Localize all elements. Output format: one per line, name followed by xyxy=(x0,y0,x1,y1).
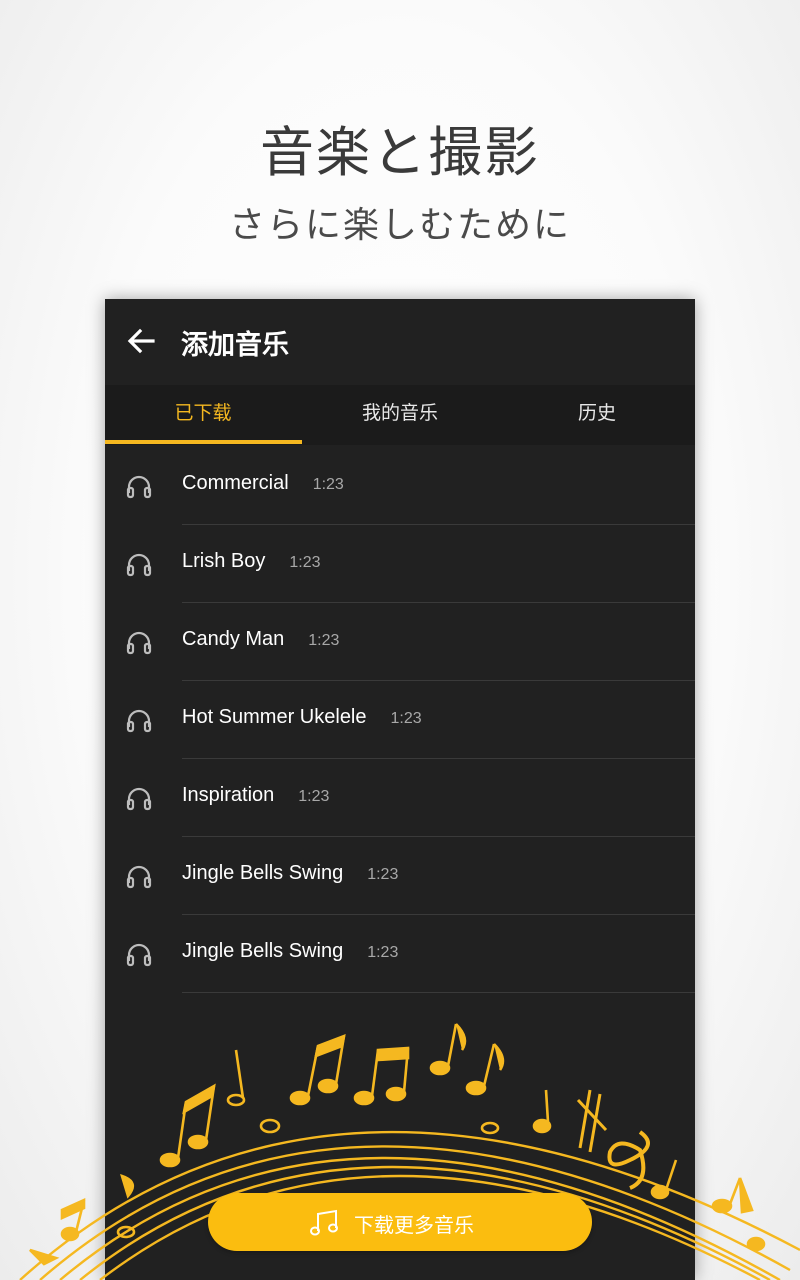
headphones-icon xyxy=(125,941,153,967)
track-duration: 1:23 xyxy=(367,866,399,883)
music-note-icon xyxy=(310,1209,340,1237)
download-more-music-button[interactable]: 下载更多音乐 xyxy=(208,1193,592,1251)
track-row[interactable]: Commercial 1:23 xyxy=(105,447,695,525)
app-bar: 添加音乐 xyxy=(105,299,695,385)
track-row[interactable]: Jingle Bells Swing 1:23 xyxy=(105,915,695,993)
headphones-icon xyxy=(125,473,153,499)
arrow-left-icon[interactable] xyxy=(125,325,157,357)
headphones-icon xyxy=(125,551,153,577)
headphones-icon xyxy=(125,629,153,655)
tab-indicator xyxy=(105,440,302,444)
track-duration: 1:23 xyxy=(289,554,321,571)
headphones-icon xyxy=(125,863,153,889)
download-more-music-label: 下载更多音乐 xyxy=(354,1213,474,1237)
promo-subline: さらに楽しむために xyxy=(228,205,571,246)
track-duration: 1:23 xyxy=(312,476,344,493)
track-title: Hot Summer Ukelele xyxy=(182,706,367,728)
track-duration: 1:23 xyxy=(298,788,330,805)
track-duration: 1:23 xyxy=(308,632,340,649)
track-duration: 1:23 xyxy=(367,944,399,961)
promo-headline: 音楽と撮影 xyxy=(260,121,540,184)
track-title: Candy Man xyxy=(182,628,285,650)
tab-downloaded[interactable]: 已下载 xyxy=(105,385,301,445)
track-title: Commercial xyxy=(182,472,289,494)
track-row[interactable]: Hot Summer Ukelele 1:23 xyxy=(105,681,695,759)
track-row[interactable]: Candy Man 1:23 xyxy=(105,603,695,681)
headphones-icon xyxy=(125,785,153,811)
divider xyxy=(182,992,695,993)
tab-history[interactable]: 历史 xyxy=(499,385,695,445)
headphones-icon xyxy=(125,707,153,733)
track-duration: 1:23 xyxy=(390,710,422,727)
track-title: Lrish Boy xyxy=(182,550,266,572)
track-row[interactable]: Inspiration 1:23 xyxy=(105,759,695,837)
track-title: Inspiration xyxy=(182,784,275,806)
track-row[interactable]: Lrish Boy 1:23 xyxy=(105,525,695,603)
track-row[interactable]: Jingle Bells Swing 1:23 xyxy=(105,837,695,915)
track-title: Jingle Bells Swing xyxy=(182,862,344,884)
tab-bar: 已下载 我的音乐 历史 xyxy=(105,385,695,445)
page-title: 添加音乐 xyxy=(181,330,289,361)
tab-my-music[interactable]: 我的音乐 xyxy=(302,385,498,445)
track-title: Jingle Bells Swing xyxy=(182,940,344,962)
